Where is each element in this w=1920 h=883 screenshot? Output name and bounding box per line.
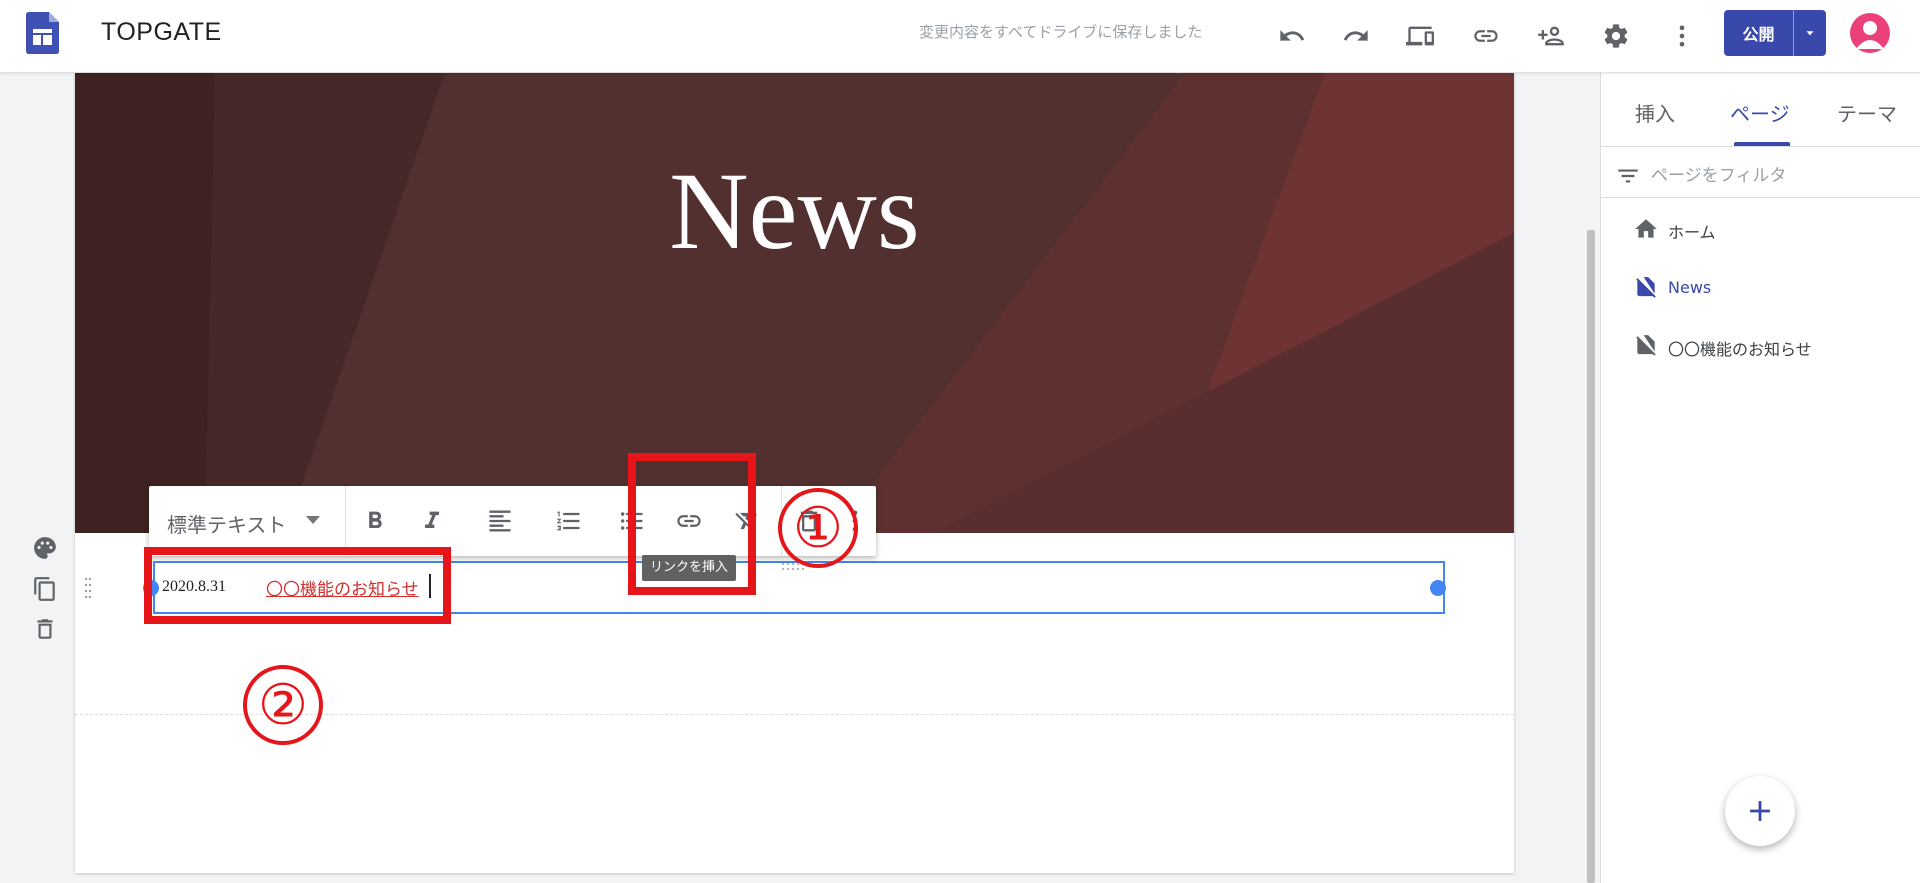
align-left-icon[interactable] (482, 503, 518, 539)
page-item-label: News (1668, 278, 1712, 297)
page-item-news[interactable]: News (1601, 265, 1920, 311)
redo-icon[interactable] (1334, 14, 1378, 58)
resize-handle-right[interactable] (1430, 580, 1446, 596)
annotation-number-2: ② (243, 665, 323, 745)
top-bar: TOPGATE 変更内容をすべてドライブに保存しました 公開 (0, 0, 1920, 73)
publish-label[interactable]: 公開 (1724, 10, 1794, 56)
tab-themes[interactable]: テーマ (1837, 98, 1897, 127)
publish-dropdown[interactable] (1794, 10, 1826, 56)
page-item-label: 〇〇機能のお知らせ (1668, 340, 1812, 359)
header-banner[interactable]: News (75, 73, 1514, 533)
undo-icon[interactable] (1270, 14, 1314, 58)
annotation-number-1: ① (778, 488, 858, 568)
page-canvas: News (75, 73, 1514, 873)
canvas-scrollbar[interactable] (1587, 230, 1595, 883)
palette-icon[interactable] (30, 533, 60, 563)
page-hidden-icon (1636, 335, 1656, 356)
site-name[interactable]: TOPGATE (101, 18, 222, 47)
filter-icon (1618, 169, 1638, 183)
delete-section-icon[interactable] (30, 614, 60, 644)
tabs-divider (1601, 146, 1920, 147)
settings-gear-icon[interactable] (1594, 14, 1638, 58)
tab-insert[interactable]: 挿入 (1635, 98, 1675, 127)
caret-down-icon (1806, 31, 1814, 36)
header-title[interactable]: News (75, 148, 1514, 275)
add-page-button[interactable] (1725, 776, 1795, 846)
duplicate-section-icon[interactable] (30, 574, 60, 604)
text-style-dropdown[interactable]: 標準テキスト (167, 509, 286, 538)
share-add-person-icon[interactable] (1529, 14, 1573, 58)
page-item-home[interactable]: ホーム (1601, 206, 1920, 252)
preview-devices-icon[interactable] (1398, 14, 1442, 58)
page-item-feature-news[interactable]: 〇〇機能のお知らせ (1601, 323, 1920, 369)
tab-pages[interactable]: ページ (1730, 98, 1790, 127)
home-icon (1635, 219, 1657, 238)
page-hidden-icon (1636, 277, 1656, 298)
toolbar-divider (345, 486, 346, 556)
bold-icon[interactable] (357, 503, 393, 539)
plus-icon (1750, 801, 1770, 821)
italic-icon[interactable] (414, 503, 450, 539)
save-status: 変更内容をすべてドライブに保存しました (919, 23, 1203, 41)
annotation-box-2 (144, 547, 451, 624)
style-dropdown-arrow-icon[interactable] (306, 516, 320, 524)
avatar[interactable] (1850, 13, 1890, 53)
filter-divider (1601, 197, 1920, 198)
more-vert-icon[interactable] (1660, 14, 1704, 58)
drag-handle-icon[interactable] (83, 576, 93, 600)
link-icon[interactable] (1464, 14, 1508, 58)
side-panel: 挿入 ページ テーマ ホーム News 〇〇機能のお知らせ (1600, 73, 1920, 883)
annotation-box-1 (628, 453, 756, 595)
avatar-person-icon (1856, 21, 1884, 49)
filter-pages-input[interactable] (1651, 162, 1901, 190)
publish-button[interactable]: 公開 (1724, 10, 1826, 56)
format-toolbar: 標準テキスト (149, 486, 876, 556)
page-item-label: ホーム (1668, 223, 1716, 242)
header-background-shapes (75, 73, 1514, 533)
google-sites-logo-icon[interactable] (26, 12, 59, 54)
numbered-list-icon[interactable] (551, 503, 587, 539)
